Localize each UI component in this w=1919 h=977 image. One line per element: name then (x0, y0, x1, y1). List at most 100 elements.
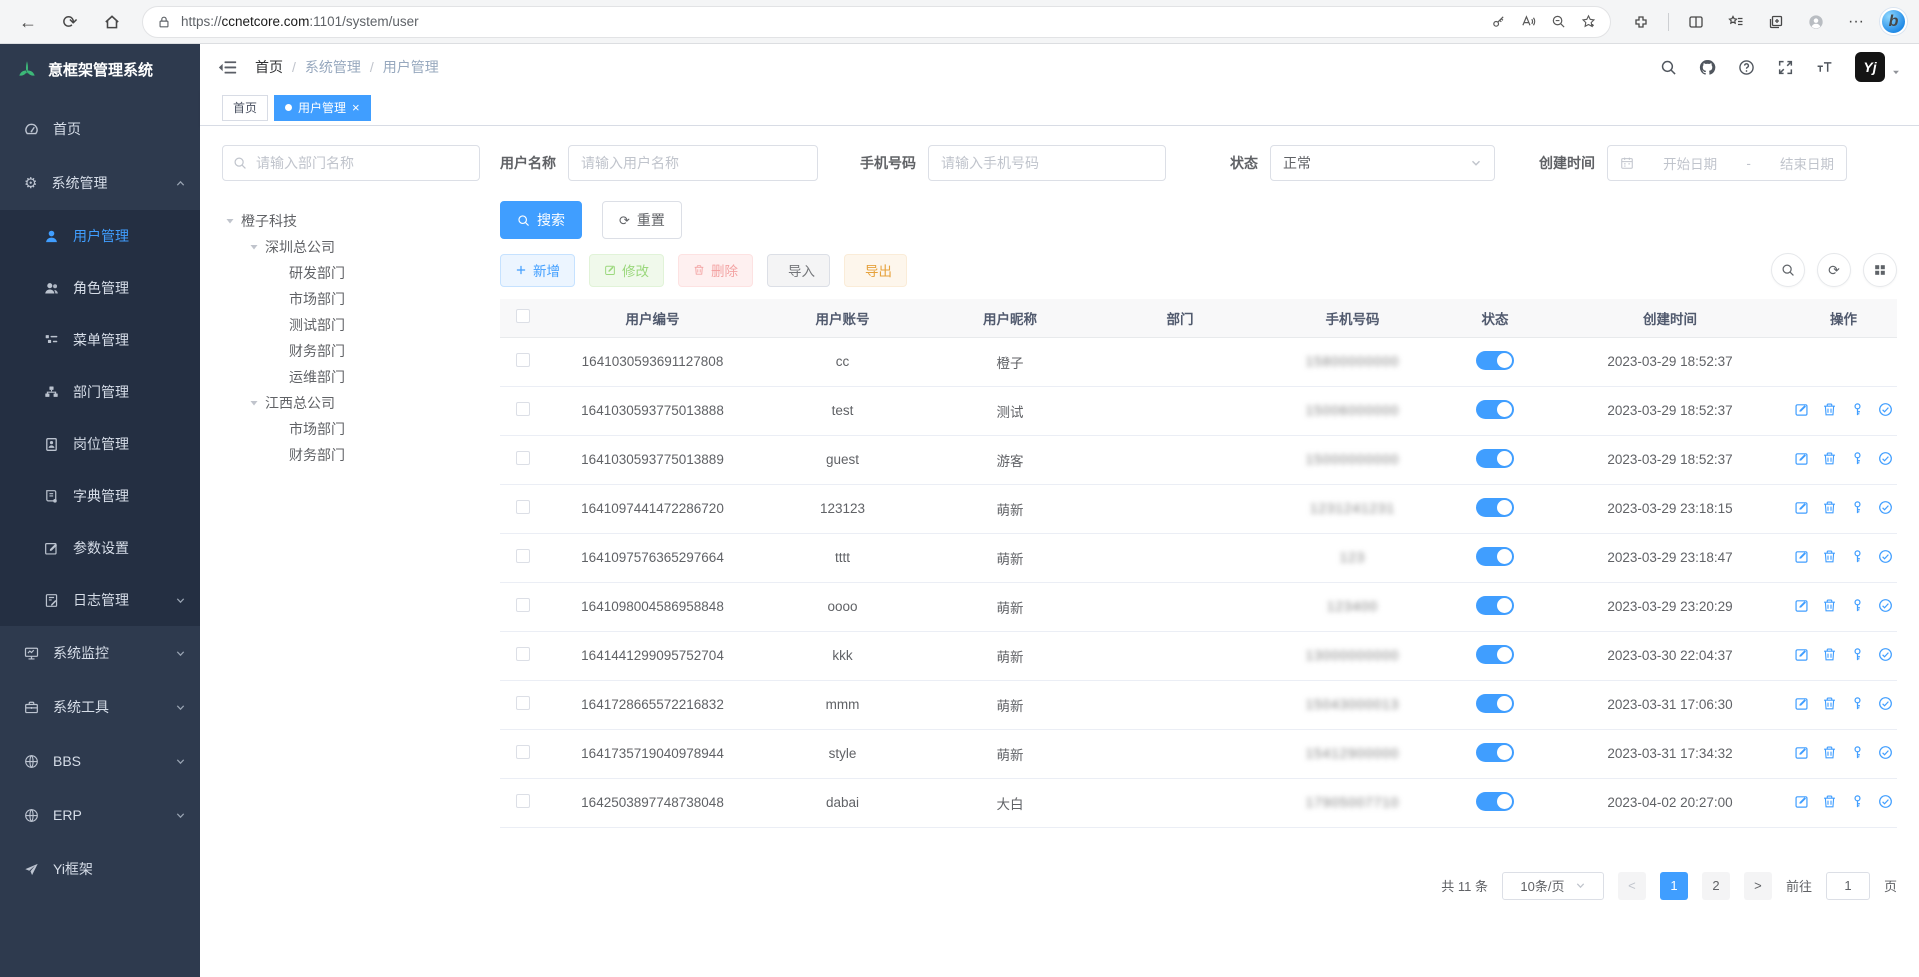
row-authorize-button[interactable] (1878, 794, 1893, 809)
row-edit-button[interactable] (1794, 745, 1809, 760)
page-button-1[interactable]: 1 (1660, 872, 1688, 900)
search-button[interactable]: 搜索 (500, 201, 582, 239)
extensions-button[interactable] (1625, 6, 1657, 38)
row-authorize-button[interactable] (1878, 696, 1893, 711)
import-button[interactable]: 导入 (767, 254, 830, 287)
row-checkbox[interactable] (516, 745, 530, 759)
sidebar-item-system-tools[interactable]: 系统工具 (0, 680, 200, 734)
row-edit-button[interactable] (1794, 402, 1809, 417)
tree-node[interactable]: 市场部门 (222, 416, 480, 442)
phone-input[interactable] (928, 145, 1166, 181)
row-edit-button[interactable] (1794, 647, 1809, 662)
tree-node[interactable]: 市场部门 (222, 286, 480, 312)
row-reset-password-button[interactable] (1850, 696, 1865, 711)
search-tool-button[interactable] (1771, 253, 1805, 287)
page-size-select[interactable]: 10条/页 (1502, 872, 1604, 900)
row-delete-button[interactable] (1822, 451, 1837, 466)
row-edit-button[interactable] (1794, 696, 1809, 711)
back-button[interactable]: ← (12, 6, 44, 38)
grid-tool-button[interactable] (1863, 253, 1897, 287)
row-reset-password-button[interactable] (1850, 549, 1865, 564)
row-reset-password-button[interactable] (1850, 745, 1865, 760)
tab-home[interactable]: 首页 (222, 95, 268, 121)
row-checkbox[interactable] (516, 598, 530, 612)
key-button[interactable] (1484, 8, 1512, 36)
row-authorize-button[interactable] (1878, 549, 1893, 564)
status-select[interactable]: 正常 (1270, 145, 1495, 181)
read-aloud-button[interactable] (1514, 8, 1542, 36)
status-toggle[interactable] (1476, 400, 1514, 419)
sidebar-toggle-icon[interactable] (218, 58, 237, 77)
sidebar-item-bbs[interactable]: BBS (0, 734, 200, 788)
row-delete-button[interactable] (1822, 549, 1837, 564)
row-edit-button[interactable] (1794, 451, 1809, 466)
sidebar-item-dept-management[interactable]: 部门管理 (0, 366, 200, 418)
department-search-field[interactable] (254, 154, 469, 172)
search-button[interactable] (1652, 51, 1685, 84)
tree-node[interactable]: 财务部门 (222, 442, 480, 468)
status-toggle[interactable] (1476, 792, 1514, 811)
row-checkbox[interactable] (516, 402, 530, 416)
row-edit-button[interactable] (1794, 549, 1809, 564)
row-authorize-button[interactable] (1878, 745, 1893, 760)
favorites-bar-button[interactable] (1720, 6, 1752, 38)
row-authorize-button[interactable] (1878, 451, 1893, 466)
fullscreen-button[interactable] (1769, 51, 1802, 84)
favorite-add-button[interactable] (1574, 8, 1602, 36)
reset-button[interactable]: ⟳ 重置 (602, 201, 682, 239)
add-button[interactable]: 新增 (500, 254, 575, 287)
row-authorize-button[interactable] (1878, 402, 1893, 417)
home-button[interactable] (96, 6, 128, 38)
row-reset-password-button[interactable] (1850, 500, 1865, 515)
modify-button[interactable]: 修改 (589, 254, 664, 287)
row-reset-password-button[interactable] (1850, 647, 1865, 662)
status-toggle[interactable] (1476, 547, 1514, 566)
row-delete-button[interactable] (1822, 696, 1837, 711)
sidebar-item-log-management[interactable]: 日志管理 (0, 574, 200, 626)
sidebar-item-erp[interactable]: ERP (0, 788, 200, 842)
sidebar-item-home[interactable]: 首页 (0, 102, 200, 156)
collections-button[interactable] (1760, 6, 1792, 38)
profile-button[interactable] (1800, 6, 1832, 38)
row-authorize-button[interactable] (1878, 647, 1893, 662)
row-edit-button[interactable] (1794, 598, 1809, 613)
select-all-checkbox[interactable] (516, 309, 530, 323)
refresh-button[interactable]: ⟳ (54, 6, 86, 38)
sidebar-item-system-management[interactable]: ⚙系统管理 (0, 156, 200, 210)
row-authorize-button[interactable] (1878, 500, 1893, 515)
status-toggle[interactable] (1476, 694, 1514, 713)
row-edit-button[interactable] (1794, 500, 1809, 515)
github-button[interactable] (1691, 51, 1724, 84)
address-bar[interactable]: https://ccnetcore.com:1101/system/user (142, 6, 1611, 38)
row-delete-button[interactable] (1822, 500, 1837, 515)
tab-user-management[interactable]: 用户管理× (274, 95, 371, 121)
tree-node[interactable]: 运维部门 (222, 364, 480, 390)
status-toggle[interactable] (1476, 645, 1514, 664)
department-search-input[interactable] (222, 145, 480, 181)
breadcrumb-item[interactable]: 首页 (255, 57, 283, 77)
help-button[interactable] (1730, 51, 1763, 84)
status-toggle[interactable] (1476, 743, 1514, 762)
close-tab-icon[interactable]: × (352, 101, 360, 114)
row-checkbox[interactable] (516, 696, 530, 710)
row-checkbox[interactable] (516, 353, 530, 367)
sidebar-item-param-settings[interactable]: 参数设置 (0, 522, 200, 574)
row-edit-button[interactable] (1794, 794, 1809, 809)
row-delete-button[interactable] (1822, 745, 1837, 760)
row-checkbox[interactable] (516, 500, 530, 514)
tree-node[interactable]: 橙子科技 (222, 208, 480, 234)
sidebar-item-post-management[interactable]: 岗位管理 (0, 418, 200, 470)
sidebar-item-user-management[interactable]: 用户管理 (0, 210, 200, 262)
row-checkbox[interactable] (516, 647, 530, 661)
row-reset-password-button[interactable] (1850, 794, 1865, 809)
row-delete-button[interactable] (1822, 598, 1837, 613)
row-checkbox[interactable] (516, 451, 530, 465)
sidebar-item-menu-management[interactable]: 菜单管理 (0, 314, 200, 366)
user-avatar[interactable]: Yj (1855, 52, 1885, 82)
status-toggle[interactable] (1476, 351, 1514, 370)
status-toggle[interactable] (1476, 596, 1514, 615)
page-button-2[interactable]: 2 (1702, 872, 1730, 900)
row-authorize-button[interactable] (1878, 598, 1893, 613)
row-delete-button[interactable] (1822, 402, 1837, 417)
row-checkbox[interactable] (516, 794, 530, 808)
